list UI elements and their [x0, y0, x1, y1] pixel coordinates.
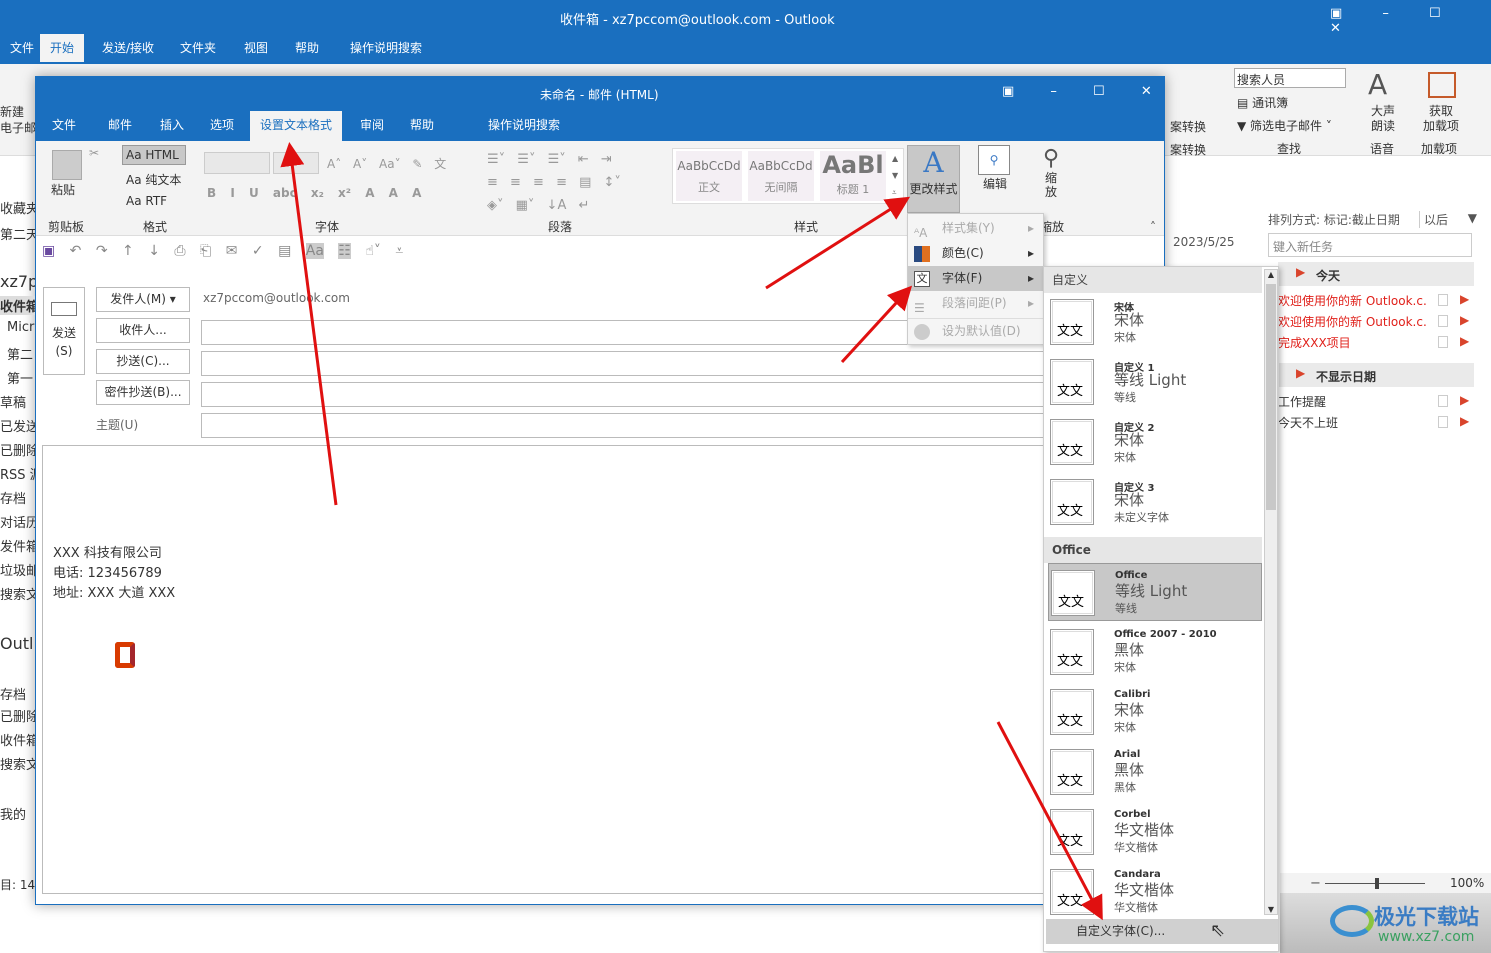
compose-tab[interactable]: 设置文本格式 — [250, 111, 343, 141]
compose-tab[interactable]: 帮助 — [400, 111, 444, 141]
main-tab[interactable]: 操作说明搜索 — [340, 34, 432, 62]
folder-item[interactable]: 草稿 — [0, 392, 35, 411]
arrow-to-customize — [996, 721, 1103, 921]
main-tab[interactable]: 文件夹 — [170, 34, 226, 62]
folder-item[interactable]: 收件箱 — [0, 296, 35, 315]
folder-item[interactable]: 发件箱 — [0, 536, 35, 555]
compose-tab[interactable]: 操作说明搜索 — [478, 111, 570, 141]
folder-item[interactable]: 收藏夹 — [0, 198, 35, 217]
folder-item[interactable]: Outl — [0, 634, 35, 653]
folder-item[interactable]: 已删除 — [0, 706, 35, 725]
folder-item[interactable]: 搜索文 — [0, 754, 35, 773]
compose-tab[interactable]: 文件 — [42, 111, 86, 141]
folder-item[interactable]: 第二 — [0, 344, 35, 363]
compose-tab[interactable]: 选项 — [200, 111, 244, 141]
folder-item[interactable]: 收件箱 — [0, 730, 35, 749]
main-tab[interactable]: 视图 — [234, 34, 278, 62]
folder-item[interactable]: RSS 源 — [0, 464, 35, 483]
folder-item[interactable]: 第一 — [0, 368, 35, 387]
folder-item[interactable]: 搜索文 — [0, 584, 35, 603]
folder-item[interactable]: 对话历 — [0, 512, 35, 531]
folder-item[interactable]: 已发送 — [0, 416, 35, 435]
folder-item[interactable]: 存档 — [0, 488, 35, 507]
compose-tab[interactable]: 审阅 — [350, 111, 394, 141]
compose-tab[interactable]: 邮件 — [98, 111, 142, 141]
arrow-to-format-tab — [280, 142, 338, 506]
folder-item[interactable]: 我的 — [0, 804, 35, 823]
folder-item[interactable]: xz7p — [0, 272, 35, 291]
annotation-arrows — [280, 142, 1103, 921]
main-tab[interactable]: 发送/接收 — [92, 34, 164, 62]
folder-item[interactable]: 已删除 — [0, 440, 35, 459]
compose-tab[interactable]: 插入 — [150, 111, 194, 141]
main-tab[interactable]: 文件 — [0, 34, 44, 62]
folder-item[interactable]: Micr — [0, 320, 35, 335]
arrow-to-change-styles — [765, 196, 911, 290]
main-tab[interactable]: 开始 — [40, 34, 85, 62]
arrow-to-fonts — [840, 285, 913, 364]
folder-item[interactable]: 垃圾邮 — [0, 560, 35, 579]
main-tab[interactable]: 帮助 — [285, 34, 329, 62]
folder-item[interactable]: 第二天 — [0, 224, 35, 243]
folder-item[interactable]: 存档 — [0, 684, 35, 703]
